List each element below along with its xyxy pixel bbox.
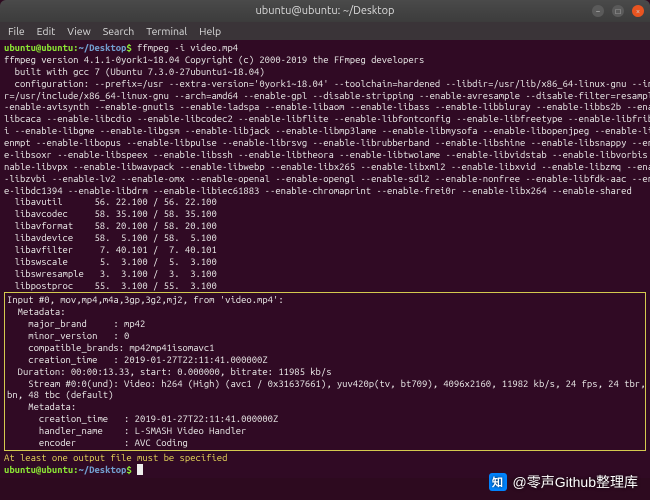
maximize-button[interactable]: □ [612, 5, 624, 17]
cursor-icon [137, 464, 143, 475]
output-line: libavformat 58. 20.100 / 58. 20.100 [4, 220, 646, 232]
prompt-line: ubuntu@ubuntu:~/Desktop$ ffmpeg -i video… [4, 42, 646, 54]
menu-terminal[interactable]: Terminal [146, 25, 187, 37]
output-line: libswresample 3. 3.100 / 3. 3.100 [4, 268, 646, 280]
window-controls: − □ × [592, 5, 644, 17]
output-line: Stream #0:0(und): Video: h264 (High) (av… [7, 378, 643, 390]
output-line: encoder : AVC Coding [7, 437, 643, 449]
output-line: bn, 48 tbc (default) [7, 389, 643, 401]
output-line: creation_time : 2019-01-27T22:11:41.0000… [7, 413, 643, 425]
output-line: libavutil 56. 22.100 / 56. 22.100 [4, 196, 646, 208]
output-line: Metadata: [7, 306, 643, 318]
output-line: libpostproc 55. 3.100 / 55. 3.100 [4, 280, 646, 292]
output-line: ffmpeg version 4.1.1-0york1~18.04 Copyri… [4, 54, 646, 66]
output-line: libavcodec 58. 35.100 / 58. 35.100 [4, 208, 646, 220]
menu-file[interactable]: File [8, 25, 25, 37]
output-line: creation_time : 2019-01-27T22:11:41.0000… [7, 354, 643, 366]
menu-search[interactable]: Search [103, 25, 135, 37]
command-text: ffmpeg -i video.mp4 [137, 42, 238, 53]
output-line: minor_version : 0 [7, 330, 643, 342]
window-titlebar: ubuntu@ubuntu: ~/Desktop − □ × [0, 0, 650, 22]
output-line: Input #0, mov,mp4,m4a,3gp,3g2,mj2, from … [7, 294, 643, 306]
watermark: 知 @零声Github整理库 [489, 472, 638, 492]
menubar: File Edit View Search Terminal Help [0, 22, 650, 40]
warning-line: At least one output file must be specifi… [4, 452, 646, 464]
output-line: e-libdc1394 --enable-libdrm --enable-lib… [4, 185, 646, 197]
output-line: libavfilter 7. 40.101 / 7. 40.101 [4, 244, 646, 256]
output-line: handler_name : L-SMASH Video Handler [7, 425, 643, 437]
minimize-button[interactable]: − [592, 5, 604, 17]
menu-help[interactable]: Help [199, 25, 221, 37]
output-line: r=/usr/include/x86_64-linux-gnu --arch=a… [4, 90, 646, 102]
prompt-user-host: ubuntu@ubuntu: [4, 42, 78, 53]
output-line: libavdevice 58. 5.100 / 58. 5.100 [4, 232, 646, 244]
output-line: libswscale 5. 3.100 / 5. 3.100 [4, 256, 646, 268]
window-title: ubuntu@ubuntu: ~/Desktop [256, 5, 395, 17]
output-line: Duration: 00:00:13.33, start: 0.000000, … [7, 366, 643, 378]
output-line: configuration: --prefix=/usr --extra-ver… [4, 78, 646, 90]
menu-edit[interactable]: Edit [37, 25, 56, 37]
output-line: libcaca --enable-libcdio --enable-libcod… [4, 113, 646, 125]
output-line: built with gcc 7 (Ubuntu 7.3.0-27ubuntu1… [4, 66, 646, 78]
output-line: compatible_brands: mp42mp41isomavc1 [7, 342, 643, 354]
highlighted-input-block: Input #0, mov,mp4,m4a,3gp,3g2,mj2, from … [4, 292, 646, 450]
output-line: nable-libvpx --enable-libwavpack --enabl… [4, 161, 646, 173]
output-line: Metadata: [7, 401, 643, 413]
output-line: major_brand : mp42 [7, 318, 643, 330]
terminal-output[interactable]: ubuntu@ubuntu:~/Desktop$ ffmpeg -i video… [0, 40, 650, 478]
close-button[interactable]: × [632, 5, 644, 17]
zhihu-logo-icon: 知 [489, 473, 507, 491]
watermark-text: @零声Github整理库 [513, 472, 638, 492]
prompt-path: ~/Desktop [78, 42, 126, 53]
output-line: -libzvbi --enable-lv2 --enable-omx --ena… [4, 173, 646, 185]
menu-view[interactable]: View [67, 25, 91, 37]
output-line: i --enable-libgme --enable-libgsm --enab… [4, 125, 646, 137]
output-line: enmpt --enable-libopus --enable-libpulse… [4, 137, 646, 149]
output-line: -enable-avisynth --enable-gnutls --enabl… [4, 101, 646, 113]
output-line: e-libsoxr --enable-libspeex --enable-lib… [4, 149, 646, 161]
